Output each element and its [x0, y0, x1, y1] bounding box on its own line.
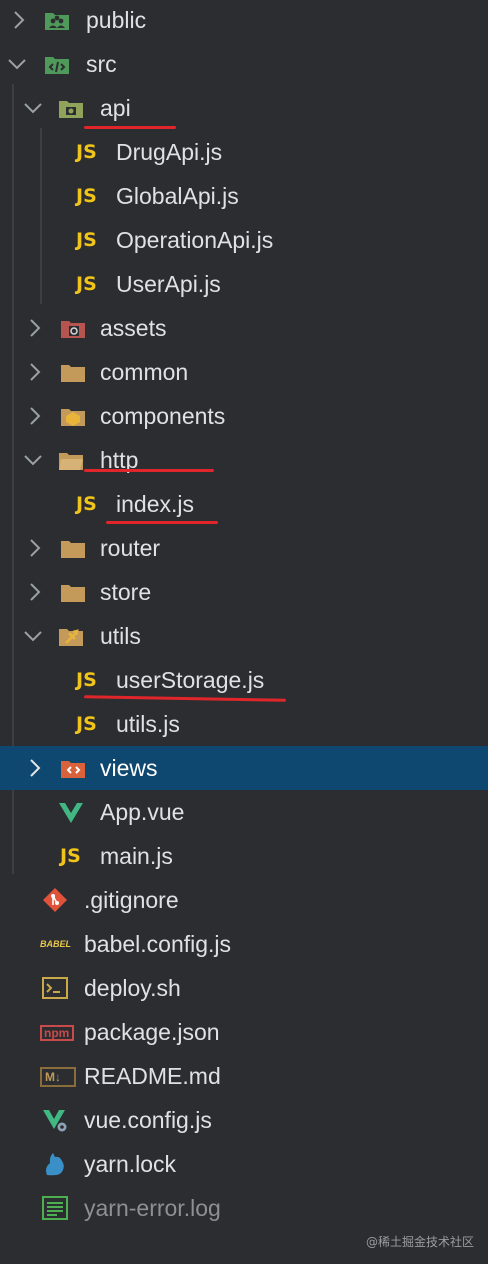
javascript-file-icon: JS [76, 713, 97, 735]
tree-label-common: common [100, 359, 189, 385]
tree-item-views[interactable]: views [0, 746, 488, 790]
tree-item-globalapi[interactable]: JS GlobalApi.js [0, 174, 488, 218]
folder-icon [61, 585, 85, 602]
tree-label-deploy-sh: deploy.sh [84, 975, 181, 1001]
tree-item-utils-js[interactable]: JS utils.js [0, 702, 488, 746]
git-icon [43, 888, 67, 912]
tree-label-gitignore: .gitignore [84, 887, 179, 913]
tree-item-package-json[interactable]: npm package.json [0, 1010, 488, 1054]
tree-item-userstorage[interactable]: JS userStorage.js [0, 658, 488, 702]
tree-item-yarn-error[interactable]: yarn-error.log [0, 1186, 488, 1230]
tree-label-main-js: main.js [100, 843, 173, 869]
tree-item-vue-config[interactable]: vue.config.js [0, 1098, 488, 1142]
tree-item-http[interactable]: http [0, 438, 488, 482]
tree-label-src: src [86, 51, 117, 77]
tree-item-components[interactable]: components [0, 394, 488, 438]
tree-item-userapi[interactable]: JS UserApi.js [0, 262, 488, 306]
watermark: @稀土掘金技术社区 [365, 1235, 474, 1249]
javascript-file-icon: JS [76, 185, 97, 207]
folder-open-icon [59, 453, 83, 470]
log-file-icon [42, 1196, 68, 1220]
chevron-down-icon[interactable] [22, 97, 44, 119]
chevron-down-icon[interactable] [6, 53, 28, 75]
assets-folder-icon [61, 321, 85, 338]
tree-label-api: api [100, 95, 131, 121]
tree-item-yarn-lock[interactable]: yarn.lock [0, 1142, 488, 1186]
tree-item-app-vue[interactable]: App.vue [0, 790, 488, 834]
tree-item-public[interactable]: public [0, 0, 488, 42]
javascript-file-icon: JS [76, 273, 97, 295]
folder-icon [61, 541, 85, 558]
tree-label-babel-config: babel.config.js [84, 931, 232, 957]
components-folder-icon [61, 409, 85, 426]
utils-folder-icon [59, 629, 83, 646]
tree-item-readme[interactable]: M↓ README.md [0, 1054, 488, 1098]
tree-label-drugapi: DrugApi.js [116, 139, 223, 165]
tree-label-index-js: index.js [116, 491, 194, 517]
tree-label-store: store [100, 579, 152, 605]
tree-label-components: components [100, 403, 226, 429]
javascript-file-icon: JS [76, 669, 97, 691]
api-folder-icon [59, 101, 83, 118]
views-folder-icon [61, 761, 85, 778]
src-folder-icon [45, 57, 69, 74]
tree-item-assets[interactable]: assets [0, 306, 488, 350]
chevron-right-icon[interactable] [24, 361, 46, 383]
tree-label-utils: utils [100, 623, 141, 649]
tree-item-operationapi[interactable]: JS OperationApi.js [0, 218, 488, 262]
tree-label-vue-config: vue.config.js [84, 1107, 212, 1133]
vue-file-icon [59, 803, 83, 823]
chevron-right-icon[interactable] [24, 317, 46, 339]
javascript-file-icon: JS [76, 229, 97, 251]
public-folder-icon [45, 13, 69, 30]
tree-label-views: views [100, 755, 158, 781]
chevron-right-icon[interactable] [24, 581, 46, 603]
javascript-file-icon: JS [76, 493, 97, 515]
tree-label-yarn-lock: yarn.lock [84, 1151, 177, 1177]
tree-label-app-vue: App.vue [100, 799, 185, 825]
tree-item-main-js[interactable]: JS main.js [0, 834, 488, 878]
chevron-down-icon[interactable] [22, 449, 44, 471]
tree-item-api[interactable]: api [0, 86, 488, 130]
tree-item-deploy-sh[interactable]: deploy.sh [0, 966, 488, 1010]
tree-item-router[interactable]: router [0, 526, 488, 570]
tree-label-yarn-error: yarn-error.log [84, 1195, 221, 1221]
tree-item-babel-config[interactable]: BABEL babel.config.js [0, 922, 488, 966]
javascript-file-icon: JS [76, 141, 97, 163]
tree-label-package-json: package.json [84, 1019, 220, 1045]
tree-label-readme: README.md [84, 1063, 221, 1089]
tree-item-gitignore[interactable]: .gitignore [0, 878, 488, 922]
annotation-underline-api [84, 126, 176, 129]
project-tree: public src api JS DrugApi.js JS GlobalAp… [0, 0, 488, 1221]
tree-item-utils[interactable]: utils [0, 614, 488, 658]
javascript-file-icon: JS [60, 845, 81, 867]
terminal-icon [42, 977, 68, 999]
annotation-underline-http [84, 469, 214, 472]
tree-label-operationapi: OperationApi.js [116, 227, 274, 253]
chevron-right-icon[interactable] [24, 405, 46, 427]
chevron-right-icon[interactable] [8, 9, 30, 31]
chevron-right-icon[interactable] [24, 757, 46, 779]
markdown-icon: M↓ [40, 1067, 76, 1087]
npm-icon: npm [40, 1025, 74, 1041]
tree-label-userstorage: userStorage.js [116, 667, 265, 693]
yarn-icon [46, 1153, 64, 1176]
tree-label-userapi: UserApi.js [116, 271, 221, 297]
tree-item-src[interactable]: src [0, 42, 488, 86]
chevron-right-icon[interactable] [24, 537, 46, 559]
tree-label-router: router [100, 535, 161, 561]
tree-item-drugapi[interactable]: JS DrugApi.js [0, 130, 488, 174]
tree-item-index-js[interactable]: JS index.js [0, 482, 488, 526]
tree-label-utils-js: utils.js [116, 711, 180, 737]
tree-item-store[interactable]: store [0, 570, 488, 614]
tree-label-globalapi: GlobalApi.js [116, 183, 239, 209]
tree-item-common[interactable]: common [0, 350, 488, 394]
tree-label-public: public [86, 7, 147, 33]
annotation-underline-index [106, 521, 218, 524]
chevron-down-icon[interactable] [22, 625, 44, 647]
vue-config-icon [43, 1110, 67, 1132]
folder-icon [61, 365, 85, 382]
babel-icon: BABEL [40, 939, 71, 949]
tree-label-assets: assets [100, 315, 167, 341]
